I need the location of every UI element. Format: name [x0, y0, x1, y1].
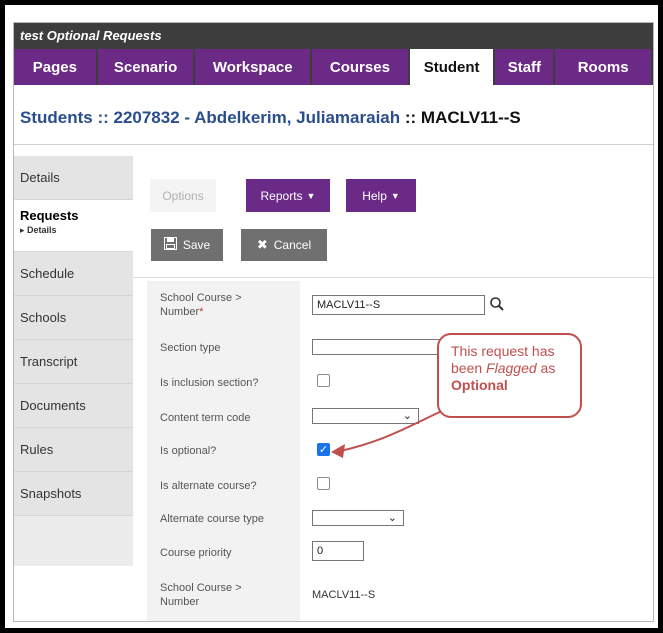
callout-arrow: [331, 404, 456, 458]
callout-line2-post: as: [536, 360, 556, 376]
callout-line2-em: Flagged: [486, 360, 537, 376]
annotation-callout: This request has been Flagged as Optiona…: [437, 333, 582, 418]
callout-line3: Optional: [451, 377, 508, 393]
callout-line2-pre: been: [451, 360, 487, 376]
callout-line1: This request has: [451, 343, 555, 359]
